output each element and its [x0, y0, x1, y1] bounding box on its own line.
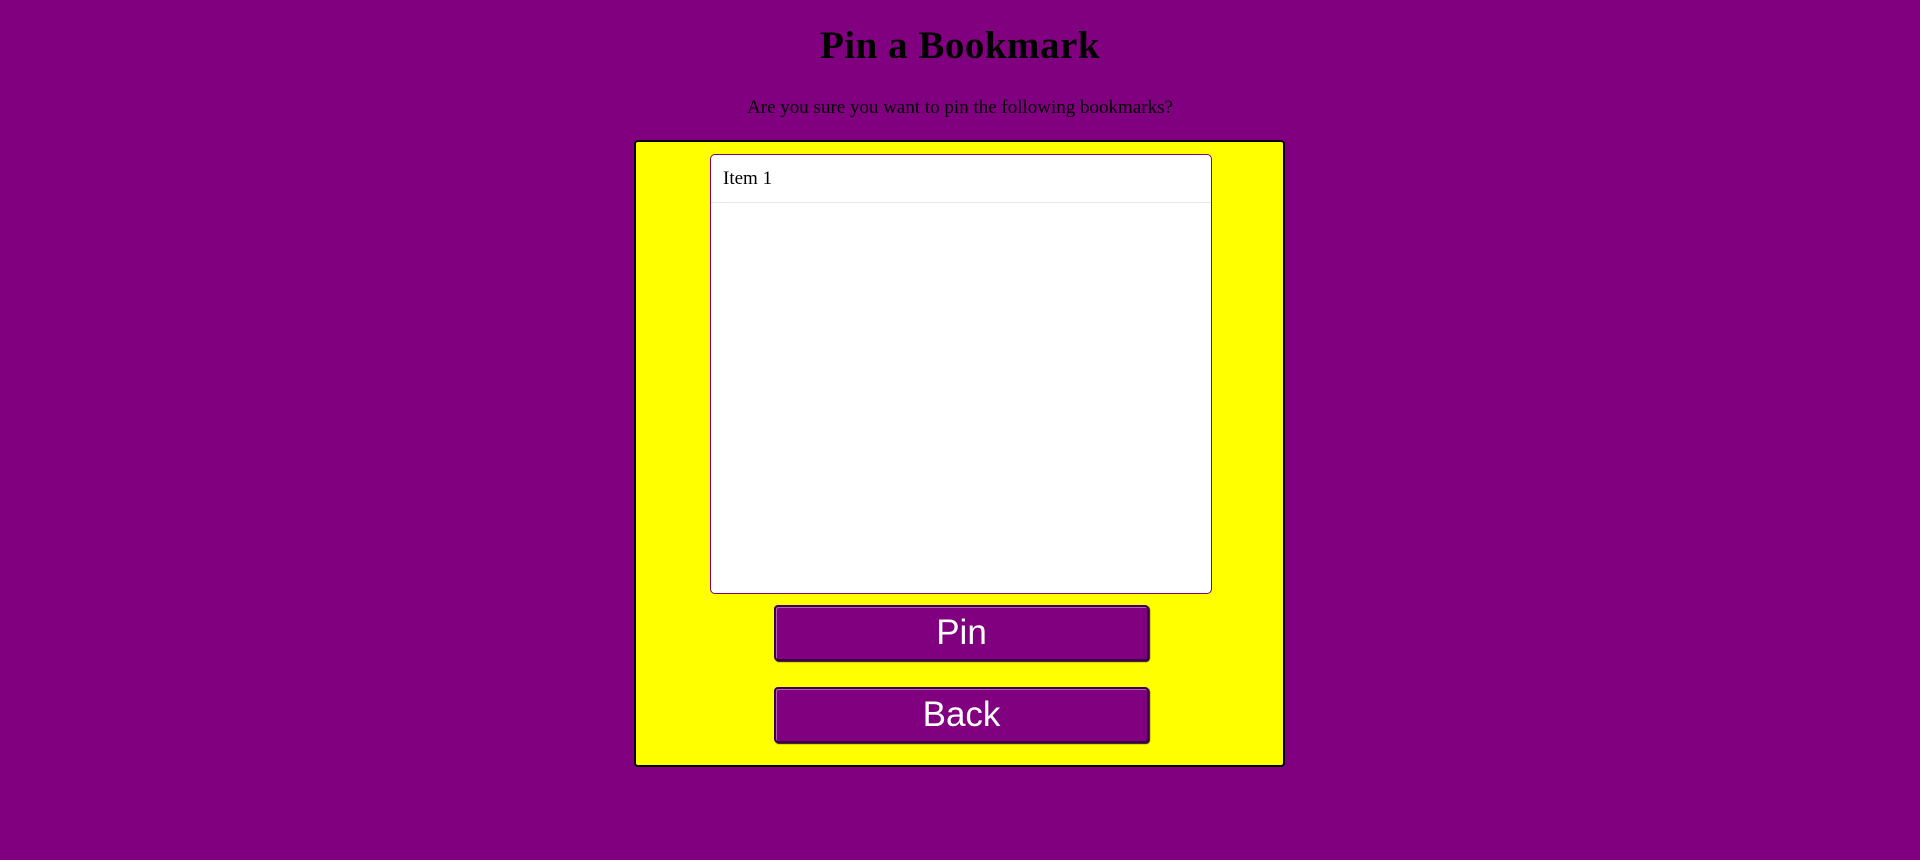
- confirmation-prompt: Are you sure you want to pin the followi…: [747, 97, 1173, 118]
- bookmark-list[interactable]: Item 1: [710, 154, 1212, 594]
- pin-button[interactable]: Pin: [774, 605, 1149, 661]
- page: Pin a Bookmark Are you sure you want to …: [0, 0, 1920, 860]
- page-title: Pin a Bookmark: [819, 24, 1101, 67]
- confirm-panel: Item 1 Pin Back: [634, 140, 1285, 767]
- list-item[interactable]: Item 1: [711, 155, 1211, 203]
- back-button[interactable]: Back: [774, 687, 1149, 743]
